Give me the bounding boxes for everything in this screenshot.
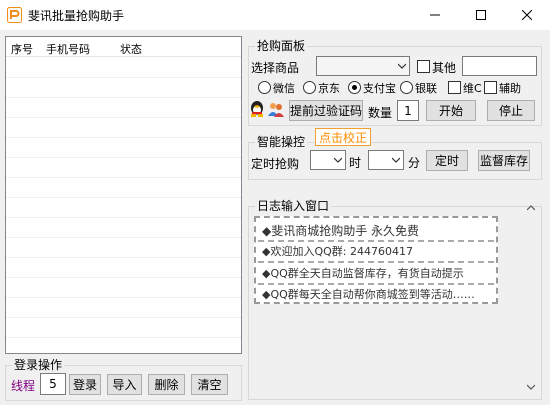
minute-unit-label: 分	[408, 156, 421, 170]
quantity-input[interactable]: 1	[397, 100, 419, 121]
log-line: ◆QQ群每天全自动帮你商城签到等活动……	[262, 288, 475, 301]
app-logo-icon	[7, 7, 22, 23]
captcha-button[interactable]: 提前过验证码	[289, 100, 363, 121]
log-line: ◆欢迎加入QQ群: 244760417	[262, 245, 413, 258]
clear-button[interactable]: 清空	[191, 374, 228, 395]
qq-penguin-icon[interactable]	[248, 100, 266, 118]
product-label: 选择商品	[251, 61, 300, 75]
log-separator	[258, 240, 494, 242]
users-group-icon[interactable]	[267, 100, 285, 118]
account-table[interactable]: 序号 手机号码 状态	[5, 36, 242, 354]
quantity-label: 数量	[368, 106, 393, 120]
hour-select[interactable]	[310, 150, 346, 170]
log-legend: 日志输入窗口	[257, 199, 330, 213]
log-separator	[258, 283, 494, 285]
table-row-line	[6, 337, 241, 338]
delete-button[interactable]: 删除	[148, 374, 185, 395]
minimize-button[interactable]	[412, 0, 458, 30]
minute-select[interactable]	[368, 150, 404, 170]
table-row-line	[6, 317, 241, 318]
table-row-line	[6, 237, 241, 238]
log-scrollbar[interactable]	[524, 200, 538, 395]
column-header-status[interactable]: 状态	[120, 41, 142, 57]
close-icon	[522, 10, 532, 20]
maximize-button[interactable]	[458, 0, 504, 30]
other-label: 其他	[432, 61, 457, 75]
product-select[interactable]	[316, 56, 410, 76]
column-header-index[interactable]: 序号	[11, 41, 33, 57]
start-button[interactable]: 开始	[426, 100, 476, 121]
timer-label: 定时抢购	[251, 157, 300, 171]
log-line: ◆斐讯商城抢购助手 永久免费	[262, 224, 420, 238]
payment-label-unionpay: 银联	[415, 82, 437, 95]
payment-radio-jd[interactable]	[303, 81, 316, 94]
close-button[interactable]	[504, 0, 550, 30]
login-button[interactable]: 登录	[69, 374, 101, 395]
calibrate-tooltip[interactable]: 点击校正	[315, 128, 372, 146]
table-row-line	[6, 137, 241, 138]
table-row-line	[6, 277, 241, 278]
log-separator	[258, 261, 494, 263]
login-legend: 登录操作	[14, 358, 63, 372]
table-row-line	[6, 117, 241, 118]
chevron-down-icon	[392, 157, 400, 163]
other-checkbox[interactable]	[417, 60, 430, 73]
window-title: 斐讯批量抢购助手	[28, 9, 125, 23]
table-row-line	[6, 197, 241, 198]
stop-button[interactable]: 停止	[487, 100, 535, 121]
timer-button[interactable]: 定时	[426, 150, 468, 171]
weic-checkbox[interactable]	[448, 81, 461, 94]
table-row-line	[6, 217, 241, 218]
purchase-panel-legend: 抢购面板	[257, 39, 306, 53]
scroll-down-icon[interactable]	[527, 384, 535, 390]
chevron-down-icon	[398, 63, 406, 69]
chevron-down-icon	[334, 157, 342, 163]
payment-radio-unionpay[interactable]	[400, 81, 413, 94]
other-input[interactable]	[462, 56, 537, 76]
log-line: ◆QQ群全天自动监督库存，有货自动提示	[262, 267, 464, 280]
maximize-icon	[476, 10, 486, 20]
table-row-line	[6, 257, 241, 258]
payment-radio-alipay[interactable]	[348, 81, 361, 94]
threads-label: 线程	[11, 379, 36, 393]
scroll-up-icon[interactable]	[527, 205, 535, 211]
assist-checkbox[interactable]	[484, 81, 497, 94]
table-row-line	[6, 77, 241, 78]
table-row-line	[6, 177, 241, 178]
import-button[interactable]: 导入	[107, 374, 142, 395]
title-bar[interactable]: 斐讯批量抢购助手	[0, 0, 550, 30]
minimize-icon	[430, 14, 440, 16]
table-row-line	[6, 297, 241, 298]
threads-input[interactable]: 5	[40, 373, 66, 395]
assist-label: 辅助	[499, 82, 521, 95]
payment-radio-wechat[interactable]	[258, 81, 271, 94]
smart-control-legend: 智能操控	[257, 135, 306, 149]
payment-label-jd: 京东	[318, 82, 340, 95]
table-header: 序号 手机号码 状态	[6, 37, 241, 57]
payment-label-alipay: 支付宝	[363, 82, 396, 95]
column-header-phone[interactable]: 手机号码	[46, 41, 90, 57]
payment-label-wechat: 微信	[273, 82, 295, 95]
monitor-stock-button[interactable]: 监督库存	[478, 150, 530, 171]
hour-unit-label: 时	[349, 156, 362, 170]
weic-label: 维C	[463, 82, 482, 95]
log-output[interactable]: ◆斐讯商城抢购助手 永久免费 ◆欢迎加入QQ群: 244760417 ◆QQ群全…	[254, 216, 498, 304]
table-row-line	[6, 157, 241, 158]
table-row-line	[6, 97, 241, 98]
